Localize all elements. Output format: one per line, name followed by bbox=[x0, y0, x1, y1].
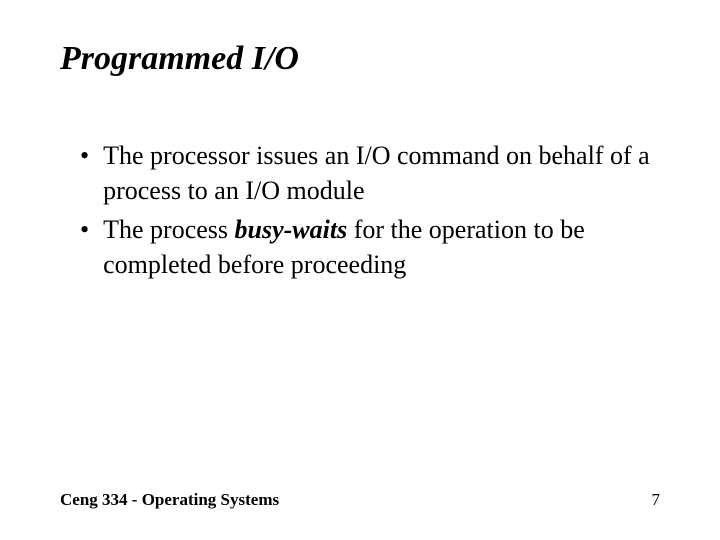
slide-footer: Ceng 334 - Operating Systems 7 bbox=[60, 490, 660, 510]
bullet-text: The process busy-waits for the operation… bbox=[103, 212, 660, 282]
slide: Programmed I/O • The processor issues an… bbox=[0, 0, 720, 540]
slide-content: • The processor issues an I/O command on… bbox=[60, 138, 660, 282]
bullet-marker-icon: • bbox=[80, 138, 89, 208]
bullet-text-before: The process bbox=[103, 215, 234, 244]
bullet-text: The processor issues an I/O command on b… bbox=[103, 138, 660, 208]
bullet-text-before: The processor issues an I/O command on b… bbox=[103, 141, 650, 205]
bullet-marker-icon: • bbox=[80, 212, 89, 282]
slide-title: Programmed I/O bbox=[60, 40, 660, 78]
page-number: 7 bbox=[652, 490, 661, 510]
footer-course-name: Ceng 334 - Operating Systems bbox=[60, 490, 279, 510]
bullet-item: • The processor issues an I/O command on… bbox=[80, 138, 660, 208]
bullet-item: • The process busy-waits for the operati… bbox=[80, 212, 660, 282]
bullet-emphasis: busy-waits bbox=[235, 215, 348, 244]
